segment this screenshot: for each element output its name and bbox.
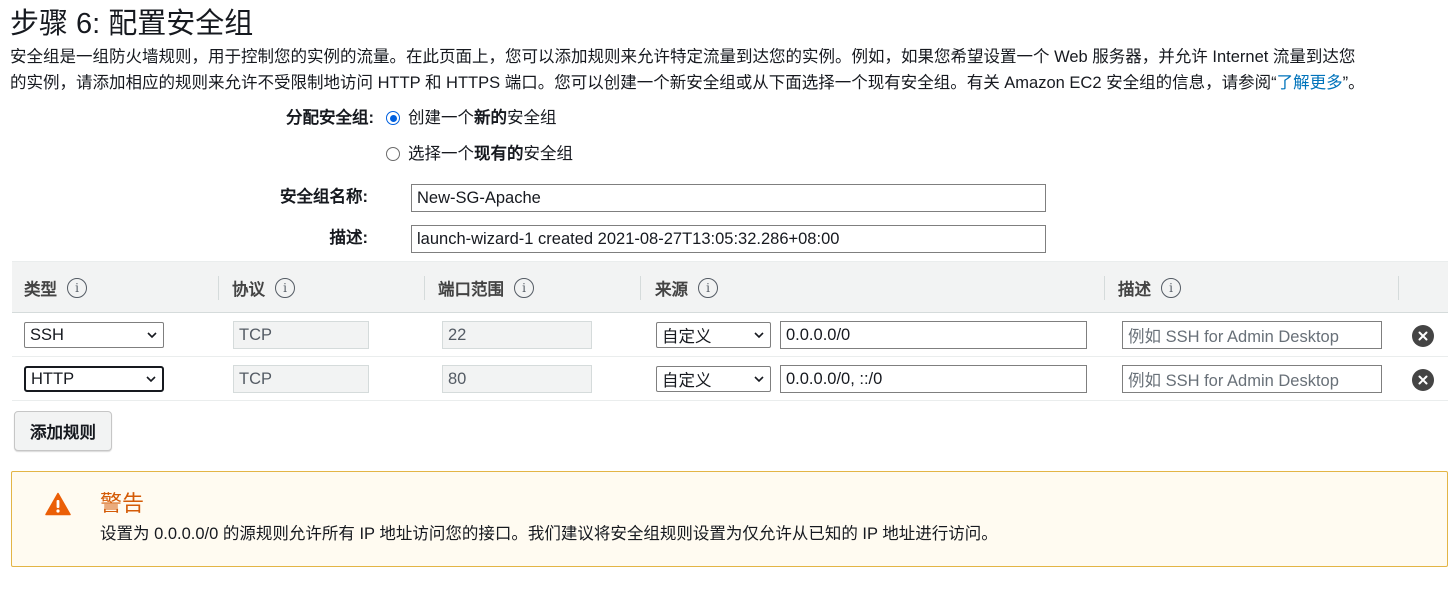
column-divider	[218, 276, 219, 300]
header-protocol: 协议 i	[232, 262, 295, 314]
sg-description-input[interactable]	[411, 225, 1046, 253]
rule-protocol-field: TCP	[233, 365, 369, 393]
rule-type-select[interactable]: SSH	[24, 322, 164, 348]
description-line-2-text: 的实例，请添加相应的规则来允许不受限制地访问 HTTP 和 HTTPS 端口。您…	[10, 74, 1277, 92]
rule-source-cidr-input[interactable]: 0.0.0.0/0, ::/0	[780, 365, 1087, 393]
rule-source-cidr-input[interactable]: 0.0.0.0/0	[780, 321, 1087, 349]
description-line-1: 安全组是一组防火墙规则，用于控制您的实例的流量。在此页面上，您可以添加规则来允许…	[10, 48, 1356, 66]
rule-source-value: 自定义	[662, 328, 712, 346]
radio-text-post: 安全组	[523, 145, 574, 163]
radio-select-existing-sg[interactable]: 选择一个现有的安全组	[386, 143, 573, 165]
chevron-down-icon	[147, 332, 157, 339]
header-protocol-label: 协议	[232, 281, 265, 299]
info-icon[interactable]: i	[275, 278, 295, 298]
column-divider	[1398, 276, 1399, 300]
page-description: 安全组是一组防火墙规则，用于控制您的实例的流量。在此页面上，您可以添加规则来允许…	[10, 44, 1446, 96]
radio-button-unchecked[interactable]	[386, 147, 400, 161]
header-description-label: 描述	[1118, 281, 1151, 299]
chevron-down-icon	[754, 332, 764, 339]
header-type-label: 类型	[24, 281, 57, 299]
radio-text-post: 安全组	[507, 109, 557, 127]
warning-text: 设置为 0.0.0.0/0 的源规则允许所有 IP 地址访问您的接口。我们建议将…	[100, 525, 998, 543]
warning-alert: 警告 设置为 0.0.0.0/0 的源规则允许所有 IP 地址访问您的接口。我们…	[11, 471, 1448, 567]
column-divider	[424, 276, 425, 300]
sg-description-label: 描述:	[329, 229, 369, 247]
warning-title: 警告	[100, 491, 145, 516]
table-header: 类型 i 协议 i 端口范围 i 来源 i 描述 i	[12, 261, 1448, 313]
remove-rule-icon[interactable]	[1412, 369, 1434, 391]
rule-port-field: 80	[442, 365, 592, 393]
table-row: HTTP TCP 80 自定义 0.0.0.0/0, ::/0 例如 SSH f…	[12, 357, 1448, 401]
header-type: 类型 i	[24, 262, 87, 314]
description-line-2: 的实例，请添加相应的规则来允许不受限制地访问 HTTP 和 HTTPS 端口。您…	[10, 70, 1446, 96]
description-line-2-suffix: ”。	[1342, 74, 1365, 92]
radio-select-existing-label: 选择一个现有的安全组	[408, 143, 573, 165]
column-divider	[1104, 276, 1105, 300]
security-rules-table: 类型 i 协议 i 端口范围 i 来源 i 描述 i SSH TCP 22 自定…	[12, 261, 1448, 401]
info-icon[interactable]: i	[67, 278, 87, 298]
rule-description-input[interactable]: 例如 SSH for Admin Desktop	[1122, 321, 1382, 349]
warning-icon	[45, 492, 71, 516]
info-icon[interactable]: i	[514, 278, 534, 298]
table-row: SSH TCP 22 自定义 0.0.0.0/0 例如 SSH for Admi…	[12, 313, 1448, 357]
rule-port-field: 22	[442, 321, 592, 349]
column-divider	[640, 276, 641, 300]
radio-text-pre: 创建一个	[408, 109, 474, 127]
close-icon	[1418, 331, 1428, 341]
rule-source-select[interactable]: 自定义	[656, 322, 771, 348]
radio-create-new-sg[interactable]: 创建一个新的安全组	[386, 107, 557, 129]
header-port-range-label: 端口范围	[438, 281, 504, 299]
radio-create-new-label: 创建一个新的安全组	[408, 107, 557, 129]
info-icon[interactable]: i	[1161, 278, 1181, 298]
close-icon	[1418, 375, 1428, 385]
rule-type-value: HTTP	[31, 369, 75, 388]
assign-sg-label: 分配安全组:	[286, 109, 374, 127]
header-port-range: 端口范围 i	[438, 262, 534, 314]
rule-source-select[interactable]: 自定义	[656, 366, 771, 392]
rule-source-value: 自定义	[662, 372, 712, 390]
sg-name-input[interactable]	[411, 184, 1046, 212]
add-rule-button[interactable]: 添加规则	[14, 411, 112, 451]
rule-type-value: SSH	[30, 325, 64, 344]
chevron-down-icon	[754, 376, 764, 383]
learn-more-link[interactable]: 了解更多	[1277, 74, 1343, 92]
rule-type-select[interactable]: HTTP	[24, 366, 164, 392]
header-source: 来源 i	[655, 262, 718, 314]
radio-text-bold: 新的	[474, 109, 507, 127]
sg-name-label: 安全组名称:	[280, 188, 368, 206]
chevron-down-icon	[146, 376, 156, 383]
info-icon[interactable]: i	[698, 278, 718, 298]
page-title: 步骤 6: 配置安全组	[10, 8, 254, 40]
remove-rule-icon[interactable]	[1412, 325, 1434, 347]
radio-text-bold: 现有的	[474, 145, 524, 163]
header-description: 描述 i	[1118, 262, 1181, 314]
rule-protocol-field: TCP	[233, 321, 369, 349]
radio-button-checked[interactable]	[386, 111, 400, 125]
radio-text-pre: 选择一个	[408, 145, 474, 163]
rule-description-input[interactable]: 例如 SSH for Admin Desktop	[1122, 365, 1382, 393]
header-source-label: 来源	[655, 281, 688, 299]
